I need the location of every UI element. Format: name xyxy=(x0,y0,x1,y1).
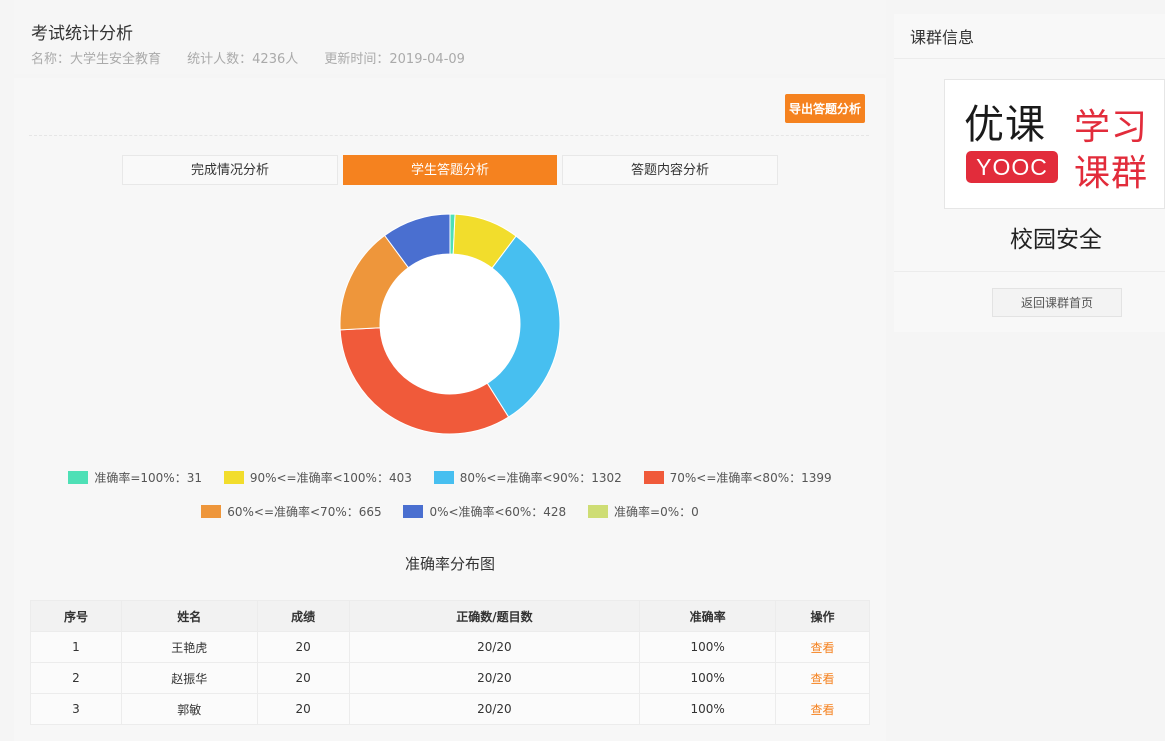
tab-answer-content-analysis[interactable]: 答题内容分析 xyxy=(562,155,778,185)
student-table: 序号 姓名 成绩 正确数/题目数 准确率 操作 1 王艳虎 20 20/20 1… xyxy=(30,600,870,725)
cell-accuracy: 100% xyxy=(639,693,777,725)
group-info-sidebar: 课群信息 优课 YOOC 学习 课群 校园安全 返回课群首页 xyxy=(894,14,1165,332)
sidebar-title: 课群信息 xyxy=(910,28,975,47)
cell-score: 20 xyxy=(256,631,350,663)
export-analysis-button[interactable]: 导出答题分析 xyxy=(785,94,865,123)
legend-item[interactable]: 80%<=准确率<90%：1302 xyxy=(433,469,622,486)
cell-correct: 20/20 xyxy=(348,693,641,725)
cell-correct: 20/20 xyxy=(348,631,641,663)
donut-hole xyxy=(380,254,520,394)
legend-label: 70%<=准确率<80%：1399 xyxy=(669,471,832,485)
legend-row-2: 60%<=准确率<70%：665 0%<准确率<60%：428 准确率=0%：0 xyxy=(14,503,886,521)
page-title: 考试统计分析 xyxy=(31,24,133,44)
legend-item[interactable]: 90%<=准确率<100%：403 xyxy=(223,469,412,486)
legend-swatch xyxy=(643,471,664,484)
legend-item[interactable]: 60%<=准确率<70%：665 xyxy=(201,503,382,520)
back-to-group-home-button[interactable]: 返回课群首页 xyxy=(992,288,1122,317)
legend-swatch xyxy=(223,471,244,484)
table-row: 2 赵振华 20 20/20 100% 查看 xyxy=(30,662,870,694)
cell-action: 查看 xyxy=(775,662,870,694)
cell-index: 1 xyxy=(30,631,122,663)
legend-swatch xyxy=(403,505,424,518)
logo-text: 学习 xyxy=(1074,107,1149,148)
cell-correct: 20/20 xyxy=(348,662,641,694)
legend-item[interactable]: 0%<准确率<60%：428 xyxy=(403,503,566,520)
divider xyxy=(29,135,869,136)
legend-row-1: 准确率=100%：31 90%<=准确率<100%：403 80%<=准确率<9… xyxy=(14,469,886,487)
view-link[interactable]: 查看 xyxy=(811,672,835,686)
legend-swatch xyxy=(588,505,609,518)
legend-label: 60%<=准确率<70%：665 xyxy=(227,505,382,519)
exam-meta: 名称：大学生安全教育 统计人数：4236人 更新时间：2019-04-09 xyxy=(31,48,487,67)
exam-name: 名称：大学生安全教育 xyxy=(31,52,162,67)
table-row: 3 郭敏 20 20/20 100% 查看 xyxy=(30,693,870,725)
accuracy-donut-chart xyxy=(339,213,561,435)
legend-label: 90%<=准确率<100%：403 xyxy=(249,471,412,485)
cell-score: 20 xyxy=(256,662,350,694)
cell-name: 赵振华 xyxy=(120,662,258,694)
analysis-panel: 导出答题分析 完成情况分析 学生答题分析 答题内容分析 准确率=100%：31 … xyxy=(14,78,886,741)
cell-accuracy: 100% xyxy=(639,662,777,694)
logo-text: 课群 xyxy=(1074,153,1149,194)
column-header: 成绩 xyxy=(256,600,350,632)
analysis-tabs: 完成情况分析 学生答题分析 答题内容分析 xyxy=(122,155,778,185)
cell-action: 查看 xyxy=(775,631,870,663)
column-header: 准确率 xyxy=(639,600,777,632)
cell-score: 20 xyxy=(256,693,350,725)
legend-label: 80%<=准确率<90%：1302 xyxy=(459,471,622,485)
divider xyxy=(894,271,1165,272)
column-header: 操作 xyxy=(775,600,870,632)
column-header: 正确数/题目数 xyxy=(348,600,641,632)
chart-title: 准确率分布图 xyxy=(404,555,495,573)
cell-index: 3 xyxy=(30,693,122,725)
legend-swatch xyxy=(433,471,454,484)
cell-action: 查看 xyxy=(775,693,870,725)
view-link[interactable]: 查看 xyxy=(811,641,835,655)
group-name: 校园安全 xyxy=(1010,227,1102,253)
logo-badge: YOOC xyxy=(966,151,1058,183)
tab-student-answer-analysis[interactable]: 学生答题分析 xyxy=(343,155,557,185)
legend-item[interactable]: 70%<=准确率<80%：1399 xyxy=(643,469,832,486)
yooc-logo: 优课 YOOC 学习 课群 xyxy=(944,79,1165,209)
legend-label: 准确率=0%：0 xyxy=(614,505,699,519)
exam-count: 统计人数：4236人 xyxy=(187,52,299,67)
view-link[interactable]: 查看 xyxy=(811,703,835,717)
divider xyxy=(894,58,1165,59)
cell-index: 2 xyxy=(30,662,122,694)
legend-item[interactable]: 准确率=100%：31 xyxy=(68,469,202,486)
cell-name: 王艳虎 xyxy=(120,631,258,663)
page-header: 考试统计分析 名称：大学生安全教育 统计人数：4236人 更新时间：2019-0… xyxy=(14,0,886,74)
column-header: 序号 xyxy=(30,600,122,632)
tab-completion-analysis[interactable]: 完成情况分析 xyxy=(122,155,338,185)
cell-name: 郭敏 xyxy=(120,693,258,725)
legend-swatch xyxy=(68,471,89,484)
column-header: 姓名 xyxy=(120,600,258,632)
table-header-row: 序号 姓名 成绩 正确数/题目数 准确率 操作 xyxy=(30,600,870,632)
exam-updated: 更新时间：2019-04-09 xyxy=(324,52,465,67)
legend-swatch xyxy=(201,505,222,518)
table-row: 1 王艳虎 20 20/20 100% 查看 xyxy=(30,631,870,663)
main-content: 考试统计分析 名称：大学生安全教育 统计人数：4236人 更新时间：2019-0… xyxy=(14,0,886,741)
legend-item[interactable]: 准确率=0%：0 xyxy=(588,503,699,520)
cell-accuracy: 100% xyxy=(639,631,777,663)
legend-label: 准确率=100%：31 xyxy=(94,471,202,485)
logo-text: 优课 xyxy=(964,102,1046,148)
legend-label: 0%<准确率<60%：428 xyxy=(429,505,567,519)
